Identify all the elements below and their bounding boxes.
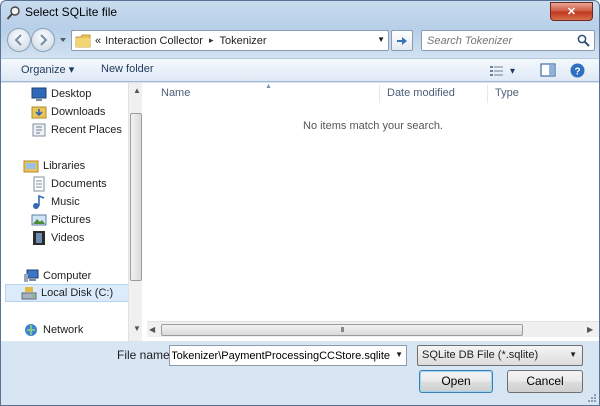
nav-item-label: Network <box>43 324 84 336</box>
music-icon <box>33 194 45 209</box>
address-bar[interactable]: « Interaction Collector ▸ Tokenizer ▼ <box>71 30 389 51</box>
window-title: Select SQLite file <box>25 5 118 19</box>
nav-item-label: Recent Places <box>51 124 122 136</box>
change-view-button[interactable]: ▾ <box>490 64 516 78</box>
desktop-icon <box>31 87 47 101</box>
back-arrow-icon <box>14 34 22 46</box>
scroll-down-icon[interactable]: ▼ <box>133 324 141 333</box>
view-dropdown-icon: ▾ <box>510 65 516 77</box>
computer-icon <box>24 269 39 282</box>
new-folder-button[interactable]: New folder <box>101 63 154 75</box>
nav-item-label: Downloads <box>51 106 106 118</box>
breadcrumb-tokenizer[interactable]: Tokenizer <box>219 35 266 47</box>
preview-pane-icon[interactable] <box>540 63 556 78</box>
file-dialog-window: Select SQLite file ✕ « Interaction Colle… <box>0 0 600 406</box>
sort-ascending-icon: ▲ <box>265 83 272 90</box>
search-icon[interactable] <box>577 34 590 47</box>
forward-button[interactable] <box>31 28 55 52</box>
documents-icon <box>33 176 45 192</box>
nav-item-label: Pictures <box>51 214 91 226</box>
breadcrumb-separator[interactable]: ▸ <box>209 35 214 46</box>
breadcrumb-interaction-collector[interactable]: Interaction Collector <box>105 35 203 47</box>
column-header-name[interactable]: Name <box>161 87 190 105</box>
nav-item-label: Music <box>51 196 80 208</box>
nav-item-label: Desktop <box>51 88 92 100</box>
videos-icon <box>33 231 45 245</box>
command-toolbar: Organize ▾ New folder ▾ ? <box>1 58 599 82</box>
local-disk-icon <box>21 287 37 300</box>
file-type-select[interactable]: SQLite DB File (*.sqlite) ▼ <box>417 345 583 366</box>
pictures-icon <box>31 214 47 226</box>
column-header-type[interactable]: Type <box>495 87 519 105</box>
close-icon: ✕ <box>566 6 577 18</box>
refresh-button[interactable] <box>391 30 413 51</box>
file-name-label: File name: <box>117 348 174 362</box>
column-header-date-modified[interactable]: Date modified <box>387 87 455 105</box>
recent-pages-dropdown-icon[interactable] <box>58 34 68 46</box>
nav-item-computer[interactable]: Computer <box>23 267 91 285</box>
help-icon[interactable]: ? <box>570 63 585 78</box>
search-input[interactable] <box>422 31 572 50</box>
file-name-combobox[interactable]: ▼ <box>169 345 407 366</box>
organize-button[interactable]: Organize ▾ <box>21 63 74 76</box>
svg-text:?: ? <box>574 67 580 78</box>
scroll-up-icon[interactable]: ▲ <box>133 86 141 95</box>
browser-content: Desktop Downloads Recent Places Librarie… <box>1 83 599 341</box>
network-icon <box>25 324 37 336</box>
scroll-right-icon[interactable]: ▶ <box>587 325 593 334</box>
nav-item-label: Videos <box>51 232 85 244</box>
nav-item-local-disk[interactable]: Local Disk (C:) <box>5 284 129 302</box>
breadcrumb-overflow[interactable]: « <box>95 35 101 47</box>
view-list-icon <box>490 66 503 76</box>
recent-places-icon <box>32 123 46 137</box>
nav-item-label: Local Disk (C:) <box>41 287 114 299</box>
search-box[interactable] <box>421 30 595 51</box>
file-list-pane: ▲ Name Date modified Type No items match… <box>147 83 599 341</box>
nav-item-network[interactable]: Network <box>23 321 83 339</box>
empty-results-message: No items match your search. <box>303 120 443 132</box>
nav-item-label: Documents <box>51 178 107 190</box>
scroll-thumb[interactable] <box>130 113 142 281</box>
nav-item-videos[interactable]: Videos <box>31 229 84 247</box>
cancel-button[interactable]: Cancel <box>507 370 583 393</box>
navigation-pane: Desktop Downloads Recent Places Librarie… <box>5 83 141 341</box>
forward-arrow-icon <box>40 34 48 46</box>
navigation-pane-scrollbar[interactable]: ▲ ▼ <box>128 83 142 341</box>
navigation-bar: « Interaction Collector ▸ Tokenizer ▼ <box>1 25 599 57</box>
magnifier-app-icon <box>6 6 20 20</box>
nav-item-documents[interactable]: Documents <box>31 175 107 193</box>
file-list-horizontal-scrollbar[interactable]: ◀ III ▶ <box>147 321 599 337</box>
file-name-input[interactable] <box>170 346 390 365</box>
column-divider[interactable] <box>379 85 380 103</box>
file-type-value: SQLite DB File (*.sqlite) <box>422 349 539 361</box>
nav-item-recent-places[interactable]: Recent Places <box>31 121 122 139</box>
refresh-icon <box>397 36 407 45</box>
nav-item-label: Libraries <box>43 160 86 172</box>
downloads-folder-icon <box>31 106 47 119</box>
folder-icon <box>75 34 91 47</box>
libraries-icon <box>23 160 39 173</box>
back-button[interactable] <box>7 28 31 52</box>
open-button[interactable]: Open <box>419 370 493 393</box>
nav-item-desktop[interactable]: Desktop <box>31 85 91 103</box>
nav-item-downloads[interactable]: Downloads <box>31 103 105 121</box>
address-dropdown-icon[interactable]: ▼ <box>377 35 385 44</box>
file-type-dropdown-icon: ▼ <box>569 350 577 359</box>
nav-item-libraries[interactable]: Libraries <box>23 157 85 175</box>
nav-item-music[interactable]: Music <box>31 193 80 211</box>
resize-grip-icon[interactable] <box>587 393 597 403</box>
column-divider[interactable] <box>487 85 488 103</box>
title-bar[interactable]: Select SQLite file ✕ <box>1 1 599 25</box>
scroll-grip: III <box>340 326 345 334</box>
file-name-dropdown-icon[interactable]: ▼ <box>395 350 403 359</box>
scroll-left-icon[interactable]: ◀ <box>149 325 155 334</box>
close-button[interactable]: ✕ <box>550 2 593 21</box>
nav-item-label: Computer <box>43 270 92 282</box>
nav-item-pictures[interactable]: Pictures <box>31 211 91 229</box>
scroll-thumb[interactable]: III <box>161 324 523 336</box>
